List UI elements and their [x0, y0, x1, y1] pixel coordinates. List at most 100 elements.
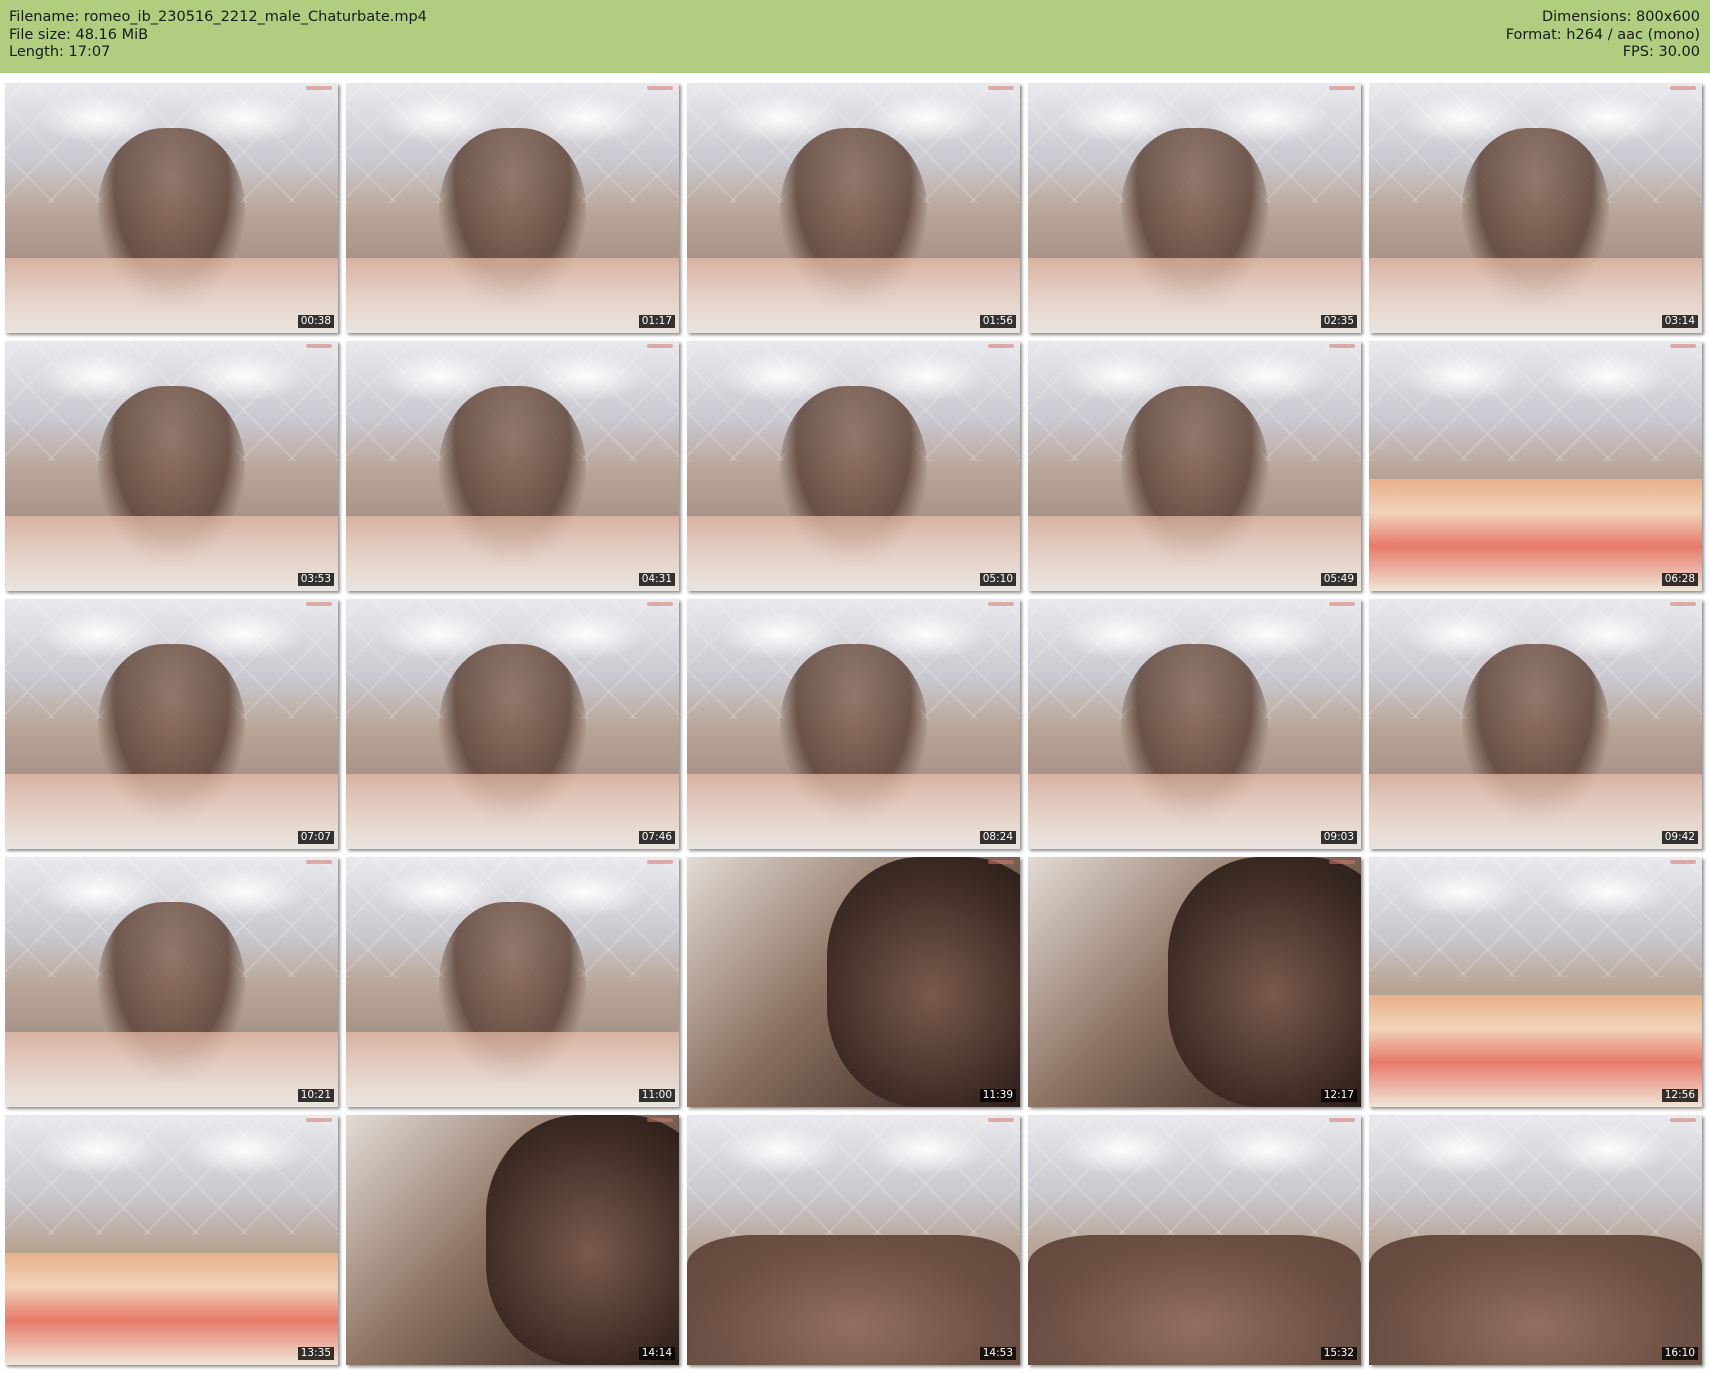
bed-sheets	[5, 774, 338, 849]
headboard-backdrop	[687, 1115, 1020, 1235]
length-text: Length: 17:07	[9, 44, 111, 60]
filesize-text: File size: 48.16 MiB	[9, 26, 149, 43]
watermark-icon	[306, 860, 332, 864]
bed-sheets	[346, 516, 679, 591]
timestamp-label: 02:35	[1320, 315, 1357, 328]
video-thumbnail: 12:56	[1369, 857, 1702, 1107]
timestamp-label: 07:07	[297, 831, 334, 844]
bed-sheets	[1369, 994, 1702, 1107]
timestamp-label: 12:17	[1320, 1089, 1357, 1102]
timestamp-label: 13:35	[297, 1347, 334, 1360]
timestamp-label: 01:56	[979, 315, 1016, 328]
person-figure	[485, 1115, 679, 1365]
watermark-icon	[988, 1118, 1014, 1122]
video-thumbnail: 12:17	[1028, 857, 1361, 1107]
video-thumbnail: 03:53	[5, 341, 338, 591]
bed-sheets	[687, 516, 1020, 591]
fps-text: FPS: 30.00	[1622, 44, 1700, 60]
timestamp-label: 14:53	[979, 1347, 1016, 1360]
watermark-icon	[647, 860, 673, 864]
watermark-icon	[1329, 86, 1355, 90]
bed-sheets	[346, 774, 679, 849]
bed-sheets	[1369, 774, 1702, 849]
person-figure	[687, 1235, 1020, 1365]
bed-sheets	[1369, 258, 1702, 333]
watermark-icon	[306, 1118, 332, 1122]
bed-sheets	[1028, 774, 1361, 849]
watermark-icon	[1670, 1118, 1696, 1122]
video-thumbnail: 08:24	[687, 599, 1020, 849]
metadata-right: Dimensions: 800x600 Format: h264 / aac (…	[1506, 9, 1700, 62]
timestamp-label: 09:42	[1661, 831, 1698, 844]
video-thumbnail: 15:32	[1028, 1115, 1361, 1365]
timestamp-label: 06:28	[1661, 573, 1698, 586]
watermark-icon	[1670, 860, 1696, 864]
watermark-icon	[1329, 344, 1355, 348]
bed-sheets	[1028, 516, 1361, 591]
video-thumbnail: 00:38	[5, 83, 338, 333]
watermark-icon	[647, 602, 673, 606]
timestamp-label: 11:39	[979, 1089, 1016, 1102]
bed-sheets	[1028, 258, 1361, 333]
filename-text: Filename: romeo_ib_230516_2212_male_Chat…	[9, 9, 427, 25]
video-thumbnail: 06:28	[1369, 341, 1702, 591]
timestamp-label: 09:03	[1320, 831, 1357, 844]
video-thumbnail: 07:07	[5, 599, 338, 849]
video-thumbnail: 03:14	[1369, 83, 1702, 333]
timestamp-label: 01:17	[638, 315, 675, 328]
timestamp-label: 08:24	[979, 831, 1016, 844]
video-thumbnail: 01:56	[687, 83, 1020, 333]
bed-sheets	[346, 1032, 679, 1107]
watermark-icon	[1329, 860, 1355, 864]
video-thumbnail: 10:21	[5, 857, 338, 1107]
bed-sheets	[1369, 478, 1702, 591]
watermark-icon	[988, 344, 1014, 348]
headboard-backdrop	[1369, 341, 1702, 461]
timestamp-label: 00:38	[297, 315, 334, 328]
video-thumbnail: 14:14	[346, 1115, 679, 1365]
watermark-icon	[306, 86, 332, 90]
bed-sheets	[5, 516, 338, 591]
watermark-icon	[988, 602, 1014, 606]
video-thumbnail: 07:46	[346, 599, 679, 849]
timestamp-label: 07:46	[638, 831, 675, 844]
timestamp-label: 05:10	[979, 573, 1016, 586]
video-thumbnail: 05:10	[687, 341, 1020, 591]
bed-sheets	[346, 258, 679, 333]
bed-sheets	[5, 258, 338, 333]
watermark-icon	[647, 1118, 673, 1122]
person-figure	[1369, 1235, 1702, 1365]
timestamp-label: 12:56	[1661, 1089, 1698, 1102]
video-thumbnail: 11:39	[687, 857, 1020, 1107]
timestamp-label: 14:14	[638, 1347, 675, 1360]
bed-sheets	[5, 1252, 338, 1365]
metadata-header: Filename: romeo_ib_230516_2212_male_Chat…	[0, 0, 1710, 73]
watermark-icon	[647, 344, 673, 348]
watermark-icon	[988, 860, 1014, 864]
person-figure	[826, 857, 1020, 1107]
video-thumbnail: 16:10	[1369, 1115, 1702, 1365]
watermark-icon	[1670, 602, 1696, 606]
video-thumbnail: 09:03	[1028, 599, 1361, 849]
video-thumbnail: 14:53	[687, 1115, 1020, 1365]
video-thumbnail: 13:35	[5, 1115, 338, 1365]
watermark-icon	[306, 344, 332, 348]
video-thumbnail: 09:42	[1369, 599, 1702, 849]
timestamp-label: 05:49	[1320, 573, 1357, 586]
timestamp-label: 03:53	[297, 573, 334, 586]
video-thumbnail: 05:49	[1028, 341, 1361, 591]
video-thumbnail: 02:35	[1028, 83, 1361, 333]
bed-sheets	[5, 1032, 338, 1107]
watermark-icon	[988, 86, 1014, 90]
metadata-left: Filename: romeo_ib_230516_2212_male_Chat…	[9, 9, 427, 62]
person-figure	[1028, 1235, 1361, 1365]
timestamp-label: 11:00	[638, 1089, 675, 1102]
person-figure	[1167, 857, 1361, 1107]
timestamp-label: 10:21	[297, 1089, 334, 1102]
headboard-backdrop	[5, 1115, 338, 1235]
watermark-icon	[1670, 344, 1696, 348]
thumbnail-grid: 00:38 01:17 01:56 02:35 03:14 03:53 04:31 05:10…	[5, 83, 1702, 1365]
timestamp-label: 03:14	[1661, 315, 1698, 328]
headboard-backdrop	[1028, 1115, 1361, 1235]
video-thumbnail: 04:31	[346, 341, 679, 591]
